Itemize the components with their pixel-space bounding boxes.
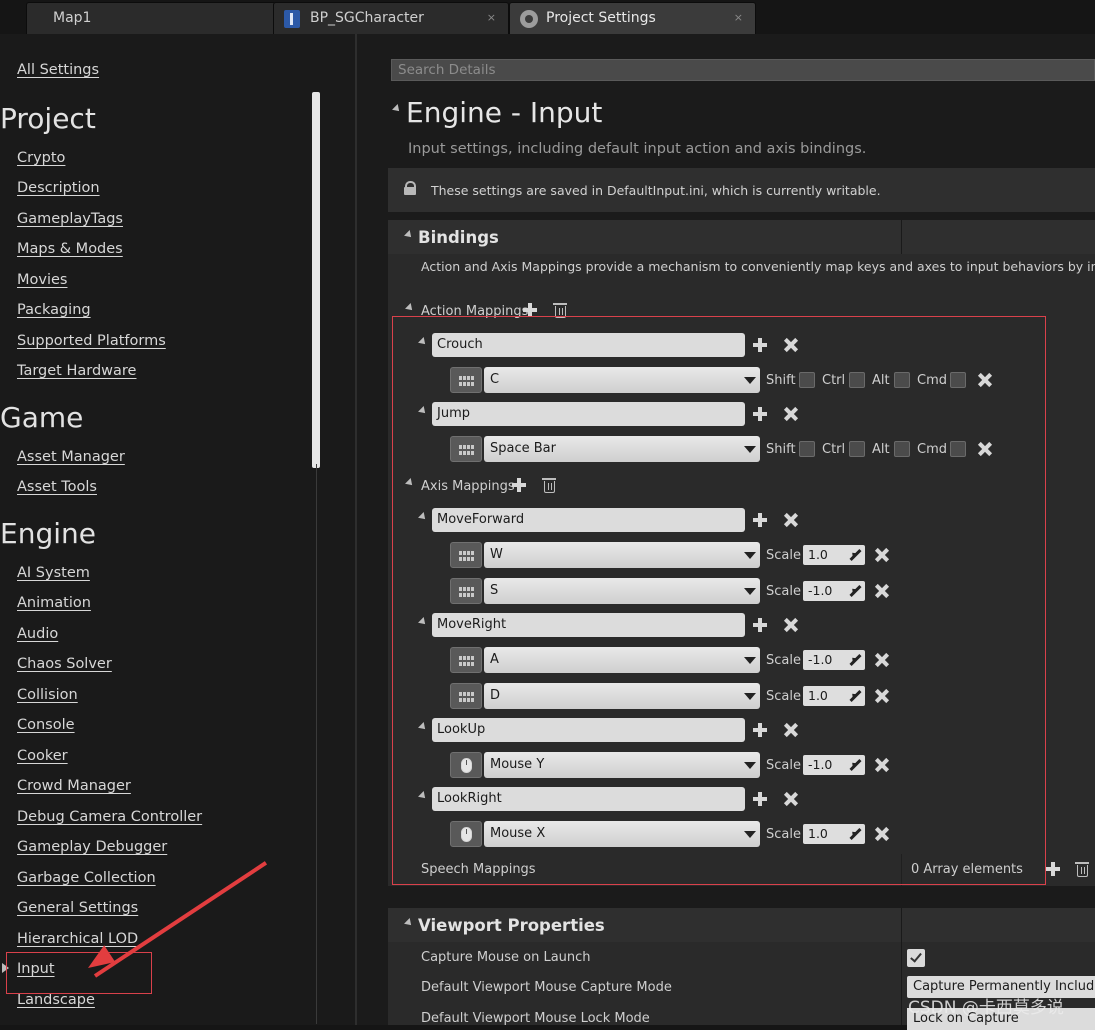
- sidebar-item-gameplay-debugger[interactable]: Gameplay Debugger: [17, 839, 167, 855]
- trash-icon[interactable]: [1075, 862, 1089, 877]
- sidebar-item-crowd-manager[interactable]: Crowd Manager: [17, 778, 131, 794]
- sidebar-item-garbage-collection[interactable]: Garbage Collection: [17, 870, 156, 886]
- sidebar-item-cooker[interactable]: Cooker: [17, 748, 68, 764]
- settings-icon: [520, 10, 538, 28]
- column-divider: [901, 942, 902, 1025]
- tab-project-settings[interactable]: Project Settings ×: [509, 2, 756, 34]
- sidebar-item-landscape[interactable]: Landscape: [17, 992, 95, 1008]
- tab-label: Map1: [53, 10, 92, 26]
- sidebar-scrollbar[interactable]: [312, 92, 320, 468]
- page-title: Engine - Input: [406, 96, 603, 129]
- watermark: CSDN @卡西莫多说: [908, 998, 1064, 1018]
- heading-project: Project: [0, 102, 96, 135]
- sidebar-item-maps-modes[interactable]: Maps & Modes: [17, 241, 123, 257]
- blueprint-icon: [284, 10, 300, 28]
- tab-map1[interactable]: Map1: [26, 2, 276, 34]
- sidebar-item-debug-camera-controller[interactable]: Debug Camera Controller: [17, 809, 202, 825]
- add-action-mapping-icon[interactable]: [523, 303, 537, 317]
- lock-mode-label: Default Viewport Mouse Lock Mode: [421, 1011, 650, 1026]
- sidebar-item-packaging[interactable]: Packaging: [17, 302, 91, 318]
- sidebar-item-asset-tools[interactable]: Asset Tools: [17, 479, 97, 495]
- annotation-mappings-box: [392, 316, 1046, 885]
- heading-engine: Engine: [0, 517, 96, 550]
- page-subtitle: Input settings, including default input …: [408, 141, 867, 157]
- config-notice-text: These settings are saved in DefaultInput…: [431, 183, 881, 198]
- tab-label: BP_SGCharacter: [310, 10, 424, 26]
- bindings-section-title: Bindings: [418, 228, 499, 247]
- unlocked-icon: [404, 181, 416, 195]
- tab-bp-sgcharacter[interactable]: BP_SGCharacter ×: [273, 2, 509, 34]
- sidebar-item-supported-platforms[interactable]: Supported Platforms: [17, 333, 166, 349]
- heading-game: Game: [0, 401, 84, 434]
- sidebar-item-general-settings[interactable]: General Settings: [17, 900, 138, 916]
- column-divider: [901, 220, 902, 254]
- sidebar-item-animation[interactable]: Animation: [17, 595, 91, 611]
- search-input[interactable]: Search Details: [391, 59, 1095, 81]
- sidebar-item-gameplaytags[interactable]: GameplayTags: [17, 211, 123, 227]
- sidebar-item-target-hardware[interactable]: Target Hardware: [17, 363, 136, 379]
- sidebar-item-console[interactable]: Console: [17, 717, 75, 733]
- add-speech-mapping-icon[interactable]: [1046, 862, 1060, 876]
- viewport-section-title: Viewport Properties: [418, 916, 605, 935]
- sidebar-item-description[interactable]: Description: [17, 180, 100, 196]
- sidebar-divider: [316, 464, 317, 1024]
- close-icon[interactable]: ×: [734, 3, 743, 33]
- close-icon[interactable]: ×: [487, 3, 496, 33]
- capture-mouse-checkbox[interactable]: [907, 949, 925, 967]
- tab-label: Project Settings: [546, 10, 656, 26]
- tab-bar: Map1 BP_SGCharacter × Project Settings ×: [0, 0, 1095, 34]
- sidebar-item-collision[interactable]: Collision: [17, 687, 78, 703]
- all-settings-link[interactable]: All Settings: [17, 62, 99, 78]
- sidebar-item-audio[interactable]: Audio: [17, 626, 58, 642]
- capture-mode-label: Default Viewport Mouse Capture Mode: [421, 980, 672, 995]
- bindings-description: Action and Axis Mappings provide a mecha…: [421, 260, 1095, 274]
- capture-mouse-label: Capture Mouse on Launch: [421, 950, 591, 965]
- sidebar-item-asset-manager[interactable]: Asset Manager: [17, 449, 125, 465]
- annotation-highlight-box: [6, 952, 152, 994]
- sidebar-item-hierarchical-lod[interactable]: Hierarchical LOD: [17, 931, 138, 947]
- sidebar-item-movies[interactable]: Movies: [17, 272, 67, 288]
- sidebar-item-ai-system[interactable]: AI System: [17, 565, 90, 581]
- sidebar-item-chaos-solver[interactable]: Chaos Solver: [17, 656, 112, 672]
- sidebar-item-crypto[interactable]: Crypto: [17, 150, 65, 166]
